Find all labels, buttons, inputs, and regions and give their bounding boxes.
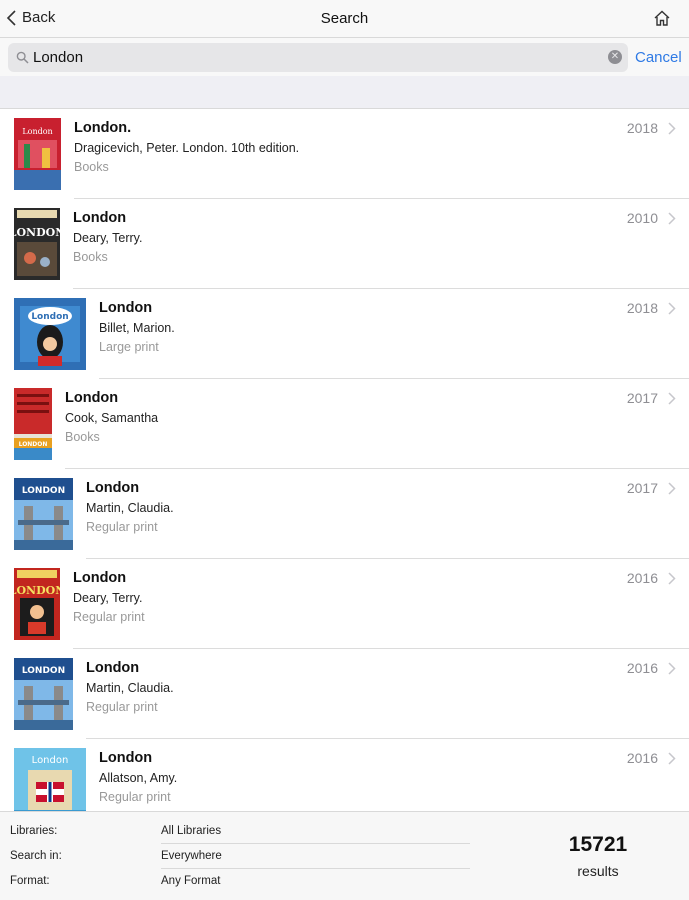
result-title: London	[73, 210, 127, 226]
cover-title: LONDON	[14, 584, 60, 597]
result-format: Books	[74, 160, 109, 174]
result-title: London	[86, 660, 140, 676]
result-author: Deary, Terry.	[73, 231, 143, 245]
filter-value[interactable]: Everywhere	[161, 850, 222, 862]
search-bar: London ✕ Cancel	[0, 38, 689, 76]
result-format: Books	[65, 430, 100, 444]
result-title: London.	[74, 120, 132, 136]
filter-label: Format:	[10, 875, 50, 887]
filter-label: Libraries:	[10, 825, 58, 837]
chevron-right-icon	[668, 752, 676, 765]
result-title: London	[65, 390, 119, 406]
result-format: Large print	[99, 340, 159, 354]
result-author: Martin, Claudia.	[86, 681, 174, 695]
result-row[interactable]: London London Billet, Marion. Large prin…	[0, 289, 689, 379]
result-author: Dragicevich, Peter. London. 10th edition…	[74, 141, 300, 155]
cover-title: LONDON	[14, 226, 60, 239]
result-row[interactable]: London London. Dragicevich, Peter. Londo…	[0, 109, 689, 199]
cover-title: LONDON	[22, 666, 65, 676]
clear-icon[interactable]: ✕	[608, 50, 622, 64]
result-title: London	[86, 480, 140, 496]
filter-label: Search in:	[10, 850, 62, 862]
result-row[interactable]: London London Allatson, Amy. Regular pri…	[0, 739, 689, 811]
search-value: London	[33, 49, 84, 66]
magnifier-icon	[16, 51, 29, 64]
book-cover: LONDON	[14, 478, 73, 550]
filter-libraries[interactable]: Libraries: All Libraries	[0, 819, 470, 844]
book-cover: London	[14, 118, 61, 190]
filter-format[interactable]: Format: Any Format	[0, 869, 470, 894]
search-input[interactable]: London ✕	[8, 43, 628, 72]
book-cover: LONDON	[14, 208, 60, 280]
result-row[interactable]: LONDON London Deary, Terry. Regular prin…	[0, 559, 689, 649]
result-format: Regular print	[86, 520, 158, 534]
cover-title: London	[31, 312, 68, 322]
result-row[interactable]: LONDON London Martin, Claudia. Regular p…	[0, 469, 689, 559]
home-icon[interactable]	[653, 9, 671, 27]
book-cover: LONDON	[14, 568, 60, 640]
cancel-button[interactable]: Cancel	[635, 49, 682, 66]
cover-title: LONDON	[19, 441, 48, 448]
result-row[interactable]: LONDON London Martin, Claudia. Regular p…	[0, 649, 689, 739]
result-title: London	[99, 300, 153, 316]
result-author: Cook, Samantha	[65, 411, 159, 425]
result-author: Billet, Marion.	[99, 321, 175, 335]
result-format: Regular print	[99, 790, 171, 804]
result-year: 2016	[626, 660, 658, 676]
result-format: Books	[73, 250, 108, 264]
filter-search-in[interactable]: Search in: Everywhere	[0, 844, 470, 869]
filter-value[interactable]: All Libraries	[161, 825, 221, 837]
chevron-right-icon	[668, 302, 676, 315]
page-title: Search	[320, 10, 369, 27]
chevron-right-icon	[668, 122, 676, 135]
result-author: Allatson, Amy.	[99, 771, 178, 785]
section-spacer	[0, 76, 689, 109]
result-row[interactable]: LONDON London Deary, Terry. Books 2010	[0, 199, 689, 289]
cover-title: LONDON	[22, 486, 65, 496]
book-cover: LONDON	[14, 388, 52, 460]
book-cover: LONDON	[14, 658, 73, 730]
results-list: London London. Dragicevich, Peter. Londo…	[0, 109, 689, 811]
cover-title: London	[22, 127, 52, 136]
chevron-right-icon	[668, 482, 676, 495]
chevron-right-icon	[668, 572, 676, 585]
result-title: London	[99, 750, 153, 766]
search-filters-footer: Libraries: All Libraries Search in: Ever…	[0, 811, 689, 900]
cover-title: London	[32, 755, 69, 766]
result-year: 2018	[626, 120, 658, 136]
result-year: 2016	[626, 750, 658, 766]
result-format: Regular print	[86, 700, 158, 714]
result-year: 2017	[626, 390, 658, 406]
navigation-bar: Back Search	[0, 0, 689, 38]
result-year: 2018	[626, 300, 658, 316]
result-year: 2017	[626, 480, 658, 496]
chevron-right-icon	[668, 212, 676, 225]
result-row[interactable]: LONDON London Cook, Samantha Books 2017	[0, 379, 689, 469]
book-cover: London	[14, 298, 86, 370]
result-format: Regular print	[73, 610, 145, 624]
result-author: Deary, Terry.	[73, 591, 143, 605]
chevron-right-icon	[668, 392, 676, 405]
book-cover: London	[14, 748, 86, 811]
results-count-label: results	[577, 863, 619, 879]
result-author: Martin, Claudia.	[86, 501, 174, 515]
result-year: 2010	[626, 210, 658, 226]
chevron-right-icon	[668, 662, 676, 675]
result-title: London	[73, 570, 127, 586]
result-year: 2016	[626, 570, 658, 586]
results-count: 15721	[568, 833, 628, 856]
filter-value[interactable]: Any Format	[161, 875, 220, 887]
